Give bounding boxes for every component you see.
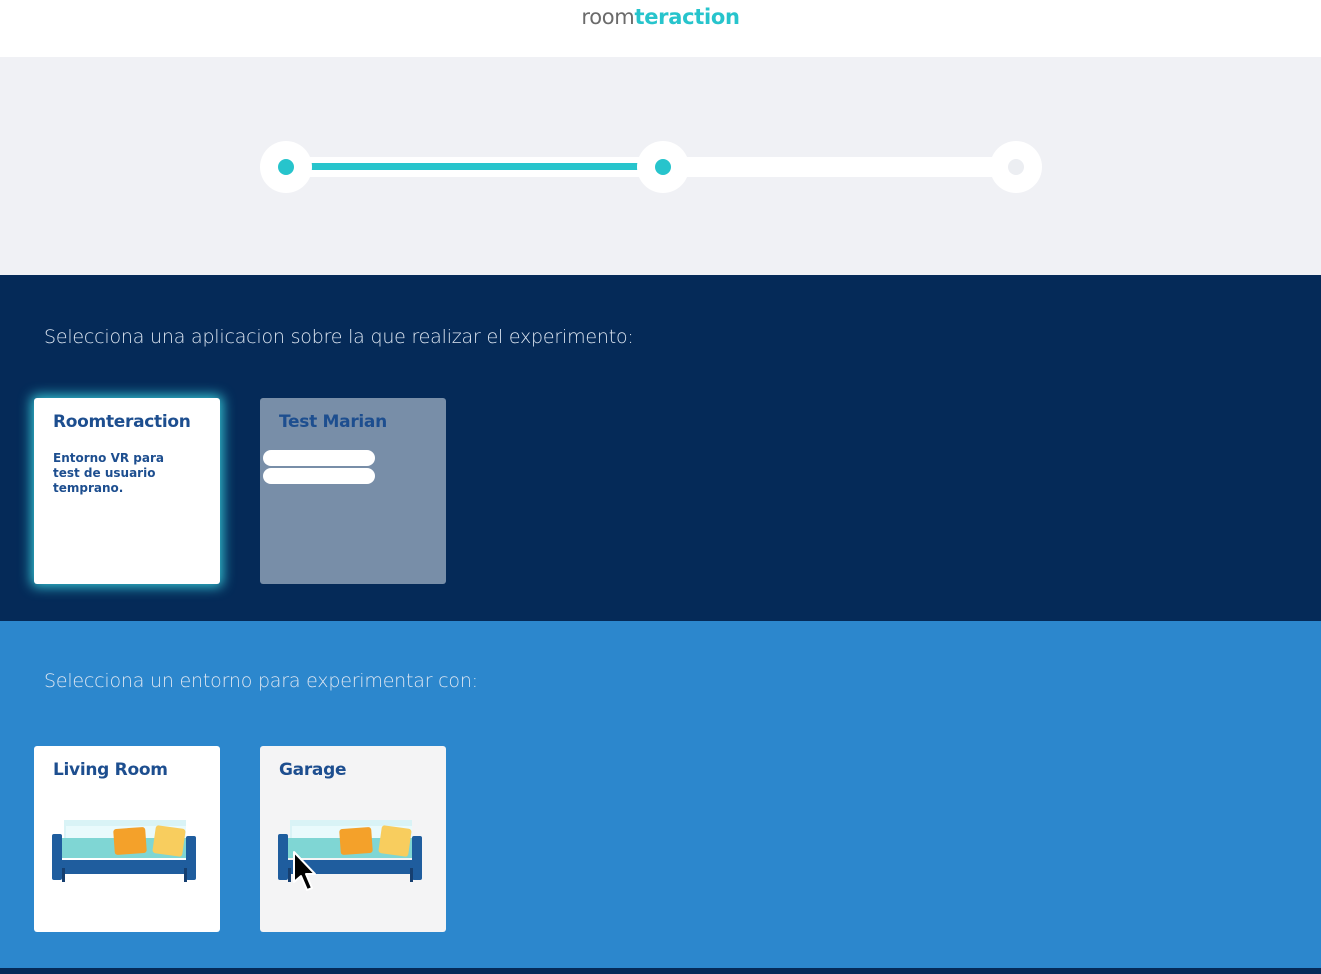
redacted-text-block bbox=[263, 450, 375, 466]
logo-part-room: room bbox=[581, 5, 635, 29]
step-1-node[interactable] bbox=[260, 141, 312, 193]
app-card-test-marian[interactable]: Test Marian bbox=[260, 398, 446, 584]
mouse-cursor-icon bbox=[293, 851, 316, 891]
env-card-title: Garage bbox=[279, 760, 347, 780]
sofa-icon bbox=[52, 820, 196, 882]
step-1-dot bbox=[278, 159, 294, 175]
env-card-title: Living Room bbox=[53, 760, 168, 780]
step-3-node[interactable] bbox=[990, 141, 1042, 193]
app-card-title: Roomteraction bbox=[53, 412, 191, 432]
logo: roomteraction bbox=[0, 5, 1321, 29]
header: roomteraction bbox=[0, 0, 1321, 57]
app-card-title: Test Marian bbox=[279, 412, 387, 432]
step-2-dot bbox=[655, 159, 671, 175]
app-card-description: Entorno VR para test de usuario temprano… bbox=[53, 451, 165, 495]
progress-fill bbox=[286, 163, 651, 170]
env-card-garage[interactable]: Garage bbox=[260, 746, 446, 932]
step-2-node[interactable] bbox=[637, 141, 689, 193]
environments-prompt: Selecciona un entorno para experimentar … bbox=[44, 670, 478, 692]
redacted-text-block bbox=[263, 468, 375, 484]
apps-prompt: Selecciona una aplicacion sobre la que r… bbox=[44, 326, 634, 348]
env-card-living-room[interactable]: Living Room bbox=[34, 746, 220, 932]
app-card-roomteraction[interactable]: Roomteraction Entorno VR para test de us… bbox=[34, 398, 220, 584]
logo-part-teraction: teraction bbox=[634, 5, 740, 29]
environments-section: Selecciona un entorno para experimentar … bbox=[0, 621, 1321, 968]
bottom-strip bbox=[0, 968, 1321, 974]
apps-section: Selecciona una aplicacion sobre la que r… bbox=[0, 275, 1321, 621]
step-3-dot bbox=[1008, 159, 1024, 175]
